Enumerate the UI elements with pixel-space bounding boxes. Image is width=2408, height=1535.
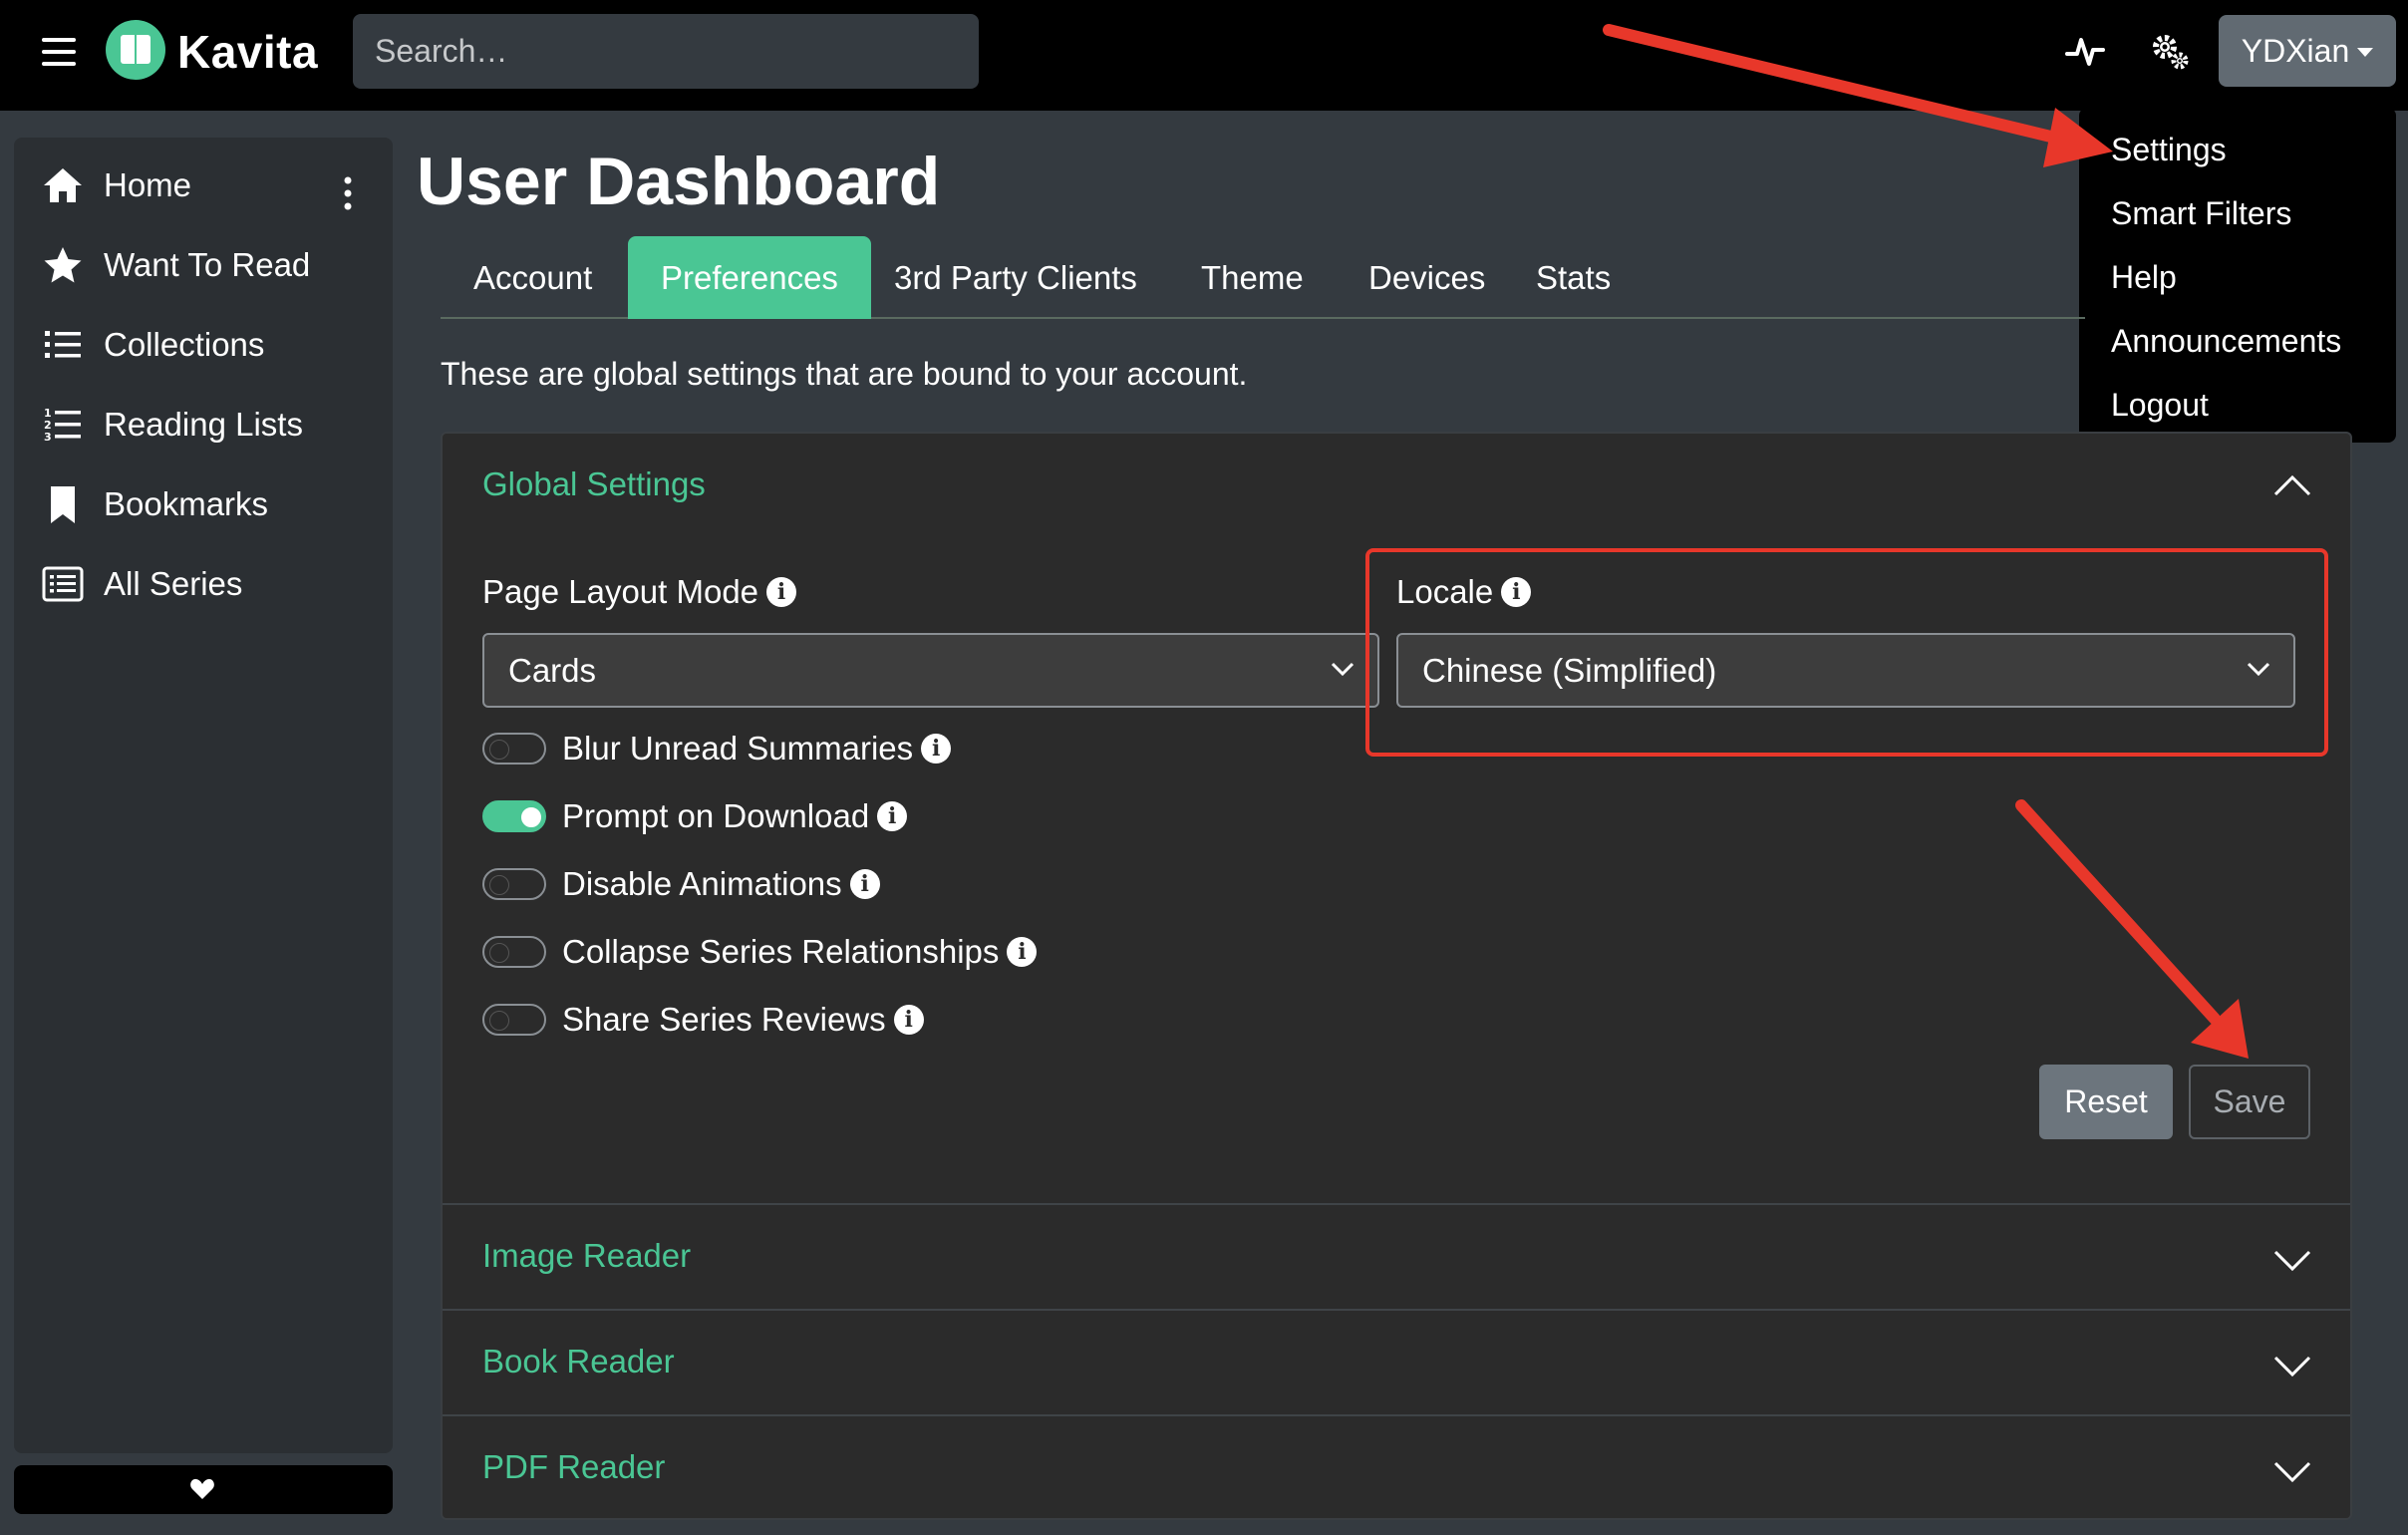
accordion-header-global-settings[interactable]: Global Settings	[482, 465, 706, 503]
sidebar-item-home[interactable]: Home	[14, 146, 393, 225]
tab-stats[interactable]: Stats	[1503, 236, 1644, 319]
sidebar-item-collections[interactable]: Collections	[14, 305, 393, 385]
menu-item-logout[interactable]: Logout	[2079, 373, 2396, 437]
svg-text:3: 3	[44, 431, 52, 444]
chevron-down-icon[interactable]	[2272, 1460, 2312, 1484]
toggle-prompt-on-download[interactable]: Prompt on Download i	[482, 794, 908, 838]
page-title: User Dashboard	[417, 144, 941, 219]
tab-theme[interactable]: Theme	[1168, 236, 1337, 319]
accordion-header-image-reader[interactable]: Image Reader	[482, 1237, 691, 1275]
toggle-label: Disable Animations	[562, 865, 842, 902]
tab-3rd-party-clients[interactable]: 3rd Party Clients	[861, 236, 1170, 319]
accordion-header-book-reader[interactable]: Book Reader	[482, 1343, 675, 1381]
info-icon[interactable]: i	[766, 577, 797, 607]
sidebar: Home Want To Read Collections 123 Readin…	[14, 138, 393, 1453]
sidebar-item-label: Bookmarks	[104, 485, 269, 522]
tab-devices[interactable]: Devices	[1336, 236, 1518, 319]
search-input[interactable]	[353, 14, 979, 89]
menu-item-help[interactable]: Help	[2079, 245, 2396, 309]
menu-item-settings[interactable]: Settings	[2079, 118, 2396, 181]
info-icon[interactable]: i	[921, 734, 952, 764]
chevron-down-icon	[1331, 662, 1354, 677]
page-layout-mode-label: Page Layout Mode i	[482, 573, 797, 611]
chevron-up-icon[interactable]	[2272, 473, 2312, 497]
toggle-switch[interactable]	[482, 868, 546, 900]
sidebar-item-label: All Series	[104, 565, 243, 602]
kavita-logo-icon[interactable]	[106, 20, 165, 80]
info-icon[interactable]: i	[893, 1005, 924, 1035]
toggle-switch[interactable]	[482, 800, 546, 832]
server-settings-gears-icon[interactable]	[2149, 30, 2193, 74]
heart-icon	[190, 1478, 214, 1499]
toggle-disable-animations[interactable]: Disable Animations i	[482, 862, 880, 906]
dashboard-tabs: Account Preferences 3rd Party Clients Th…	[441, 236, 2085, 319]
numbered-list-icon: 123	[42, 404, 84, 446]
page-layout-mode-select[interactable]: Cards	[482, 633, 1379, 708]
toggle-label: Prompt on Download	[562, 797, 870, 834]
toggle-share-series-reviews[interactable]: Share Series Reviews i	[482, 998, 924, 1042]
activity-pulse-icon[interactable]	[2063, 30, 2107, 74]
brand-name[interactable]: Kavita	[177, 22, 318, 82]
donate-button[interactable]	[14, 1465, 393, 1514]
star-icon	[42, 244, 84, 286]
menu-item-smart-filters[interactable]: Smart Filters	[2079, 181, 2396, 245]
accordion-header-pdf-reader[interactable]: PDF Reader	[482, 1448, 665, 1486]
divider	[443, 1203, 2350, 1205]
save-button[interactable]: Save	[2189, 1065, 2310, 1139]
reset-button[interactable]: Reset	[2039, 1065, 2173, 1139]
tab-preferences[interactable]: Preferences	[628, 236, 871, 319]
divider	[443, 1414, 2350, 1416]
divider	[443, 1309, 2350, 1311]
user-menu-button[interactable]: YDXian	[2219, 15, 2396, 87]
info-icon[interactable]: i	[877, 801, 908, 831]
info-icon[interactable]: i	[1007, 937, 1038, 967]
toggle-switch[interactable]	[482, 1004, 546, 1036]
list-box-icon	[42, 563, 84, 605]
bookmark-icon	[42, 483, 84, 525]
toggle-switch[interactable]	[482, 733, 546, 765]
info-icon[interactable]: i	[849, 869, 880, 899]
chevron-down-icon[interactable]	[2272, 1249, 2312, 1273]
toggle-label: Collapse Series Relationships	[562, 933, 1000, 970]
sidebar-item-label: Collections	[104, 326, 265, 363]
caret-down-icon	[2357, 47, 2374, 57]
kebab-menu-icon[interactable]	[331, 173, 365, 213]
annotation-highlight-box	[1365, 548, 2328, 757]
username: YDXian	[2241, 32, 2350, 69]
user-dropdown-menu: Settings Smart Filters Help Announcement…	[2079, 108, 2396, 443]
list-icon	[42, 324, 84, 366]
sidebar-item-reading-lists[interactable]: 123 Reading Lists	[14, 385, 393, 464]
sidebar-item-label: Home	[104, 166, 192, 203]
home-icon	[42, 164, 84, 206]
toggle-label: Blur Unread Summaries	[562, 730, 914, 767]
sidebar-item-label: Want To Read	[104, 246, 311, 283]
hamburger-menu-icon[interactable]	[42, 34, 78, 70]
toggle-blur-unread-summaries[interactable]: Blur Unread Summaries i	[482, 727, 952, 770]
toggle-label: Share Series Reviews	[562, 1001, 886, 1038]
sidebar-item-all-series[interactable]: All Series	[14, 544, 393, 624]
chevron-down-icon[interactable]	[2272, 1355, 2312, 1379]
sidebar-item-bookmarks[interactable]: Bookmarks	[14, 464, 393, 544]
page-layout-mode-value: Cards	[508, 652, 597, 689]
sidebar-item-want-to-read[interactable]: Want To Read	[14, 225, 393, 305]
page-description: These are global settings that are bound…	[441, 356, 1248, 392]
sidebar-item-label: Reading Lists	[104, 406, 303, 443]
menu-item-announcements[interactable]: Announcements	[2079, 309, 2396, 373]
top-navbar: Kavita YDXian	[0, 0, 2408, 111]
page-layout-mode-text: Page Layout Mode	[482, 573, 759, 610]
tab-account[interactable]: Account	[441, 236, 625, 319]
toggle-collapse-series-relationships[interactable]: Collapse Series Relationships i	[482, 930, 1038, 974]
toggle-switch[interactable]	[482, 936, 546, 968]
